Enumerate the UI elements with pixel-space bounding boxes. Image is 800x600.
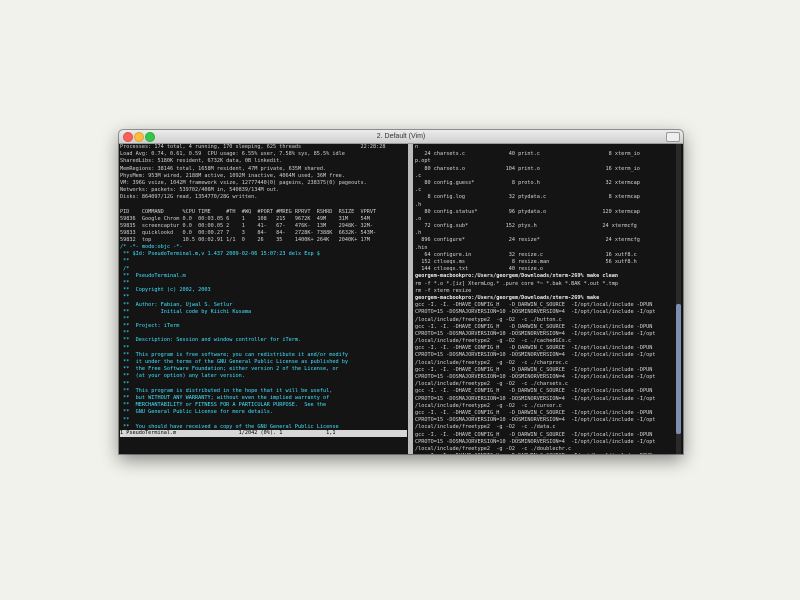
- code-line: ** MERCHANTABILITY or FITNESS FOR A PART…: [120, 402, 327, 409]
- top-process-pane[interactable]: Processes: 174 total, 4 running, 170 sle…: [120, 144, 407, 244]
- process-line: Disks: 864097/12G read, 1354770/28G writ…: [120, 194, 258, 201]
- shell-line: CPROTO=15 -DOSMAJORVERSION=10 -DOSMINORV…: [415, 395, 656, 402]
- shell-line: gcc -I. -I. -DHAVE_CONFIG_H -D_DARWIN_C_…: [415, 409, 653, 416]
- shell-line: 144 ctlseqs.txt 40 resize.o: [415, 266, 544, 273]
- shell-line: 24 charsets.c 40 print.c 8 xterm_io: [415, 151, 640, 158]
- fullscreen-icon[interactable]: [666, 132, 680, 142]
- shell-line: CPROTO=15 -DOSMAJORVERSION=10 -DOSMINORV…: [415, 374, 656, 380]
- code-line: ** the Free Software Foundation; either …: [120, 366, 339, 373]
- vim-status-line: 1 PseudoTerminal.m 1/2042 (0%). 1 1,1: [120, 430, 407, 437]
- window-title: 2. Default (Vim): [376, 133, 426, 140]
- code-line: ** (at your option) any later version.: [120, 373, 245, 380]
- code-line: ** This program is distributed in the ho…: [120, 387, 333, 394]
- shell-line: /local/include/freetype2 -g -O2 -c ./cac…: [415, 338, 572, 345]
- process-line: 59835 screencaptur 0.0 00:00.05 2 1 41- …: [120, 223, 373, 230]
- shell-line: gcc -I. -I. -DHAVE_CONFIG_H -D_DARWIN_C_…: [415, 453, 671, 454]
- code-line: **: [120, 315, 130, 322]
- shell-line: georgem-macbookpro:/Users/georgem/Downlo…: [415, 294, 600, 301]
- shell-line: 72 config.sub* 152 ptyx.h 24 xtermcfg: [415, 223, 637, 230]
- code-line: **: [120, 344, 130, 351]
- shell-line: .h: [415, 230, 422, 237]
- code-line: **: [120, 279, 130, 286]
- shell-line: /local/include/freetype2 -g -O2 -c ./dat…: [415, 424, 556, 431]
- shell-line: p.opt: [415, 158, 431, 165]
- shell-line: /local/include/freetype2 -g -O2 -c ./cha…: [415, 381, 569, 388]
- shell-line: /local/include/freetype2 -g -O2 -c ./but…: [415, 316, 562, 323]
- shell-line: 80 charsets.o 104 print.o 16 xterm_io: [415, 165, 640, 172]
- process-line: MemRegions: 38146 total, 1658M resident,…: [120, 165, 327, 172]
- shell-line: /local/include/freetype2 -g -O2 -c ./cha…: [415, 359, 569, 366]
- shell-line: 152 ctlseqs.ms 8 resize.man 56 xutf8.h: [415, 259, 637, 265]
- shell-line: gcc -I. -I. -DHAVE_CONFIG_H -D_DARWIN_C_…: [415, 323, 653, 330]
- title-bar[interactable]: 2. Default (Vim): [119, 130, 683, 144]
- shell-line: CPROTO=15 -DOSMAJORVERSION=10 -DOSMINORV…: [415, 438, 656, 445]
- terminal-window: 2. Default (Vim) Processes: 174 total, 4…: [119, 130, 683, 454]
- shell-line: 80 config.status* 96 ptydata.o 120 xterm…: [415, 208, 640, 215]
- shell-pane-scrollbar[interactable]: [676, 144, 681, 454]
- code-line: /* -*- mode:objc -*-: [120, 244, 183, 250]
- process-line: PID COMMAND %CPU TIME #TH #WQ #PORT #MRE…: [120, 208, 377, 215]
- shell-line: rm -f xterm resize: [415, 287, 472, 294]
- shell-line: .o: [415, 215, 422, 222]
- process-line: SharedLibs: 5180K resident, 6732K data, …: [120, 158, 283, 165]
- code-line: ** GNU General Public License for more d…: [120, 409, 274, 416]
- shell-line: 896 configure* 24 resize* 24 xtermcfg: [415, 237, 640, 244]
- process-line: Networks: packets: 539702/406M in, 54083…: [120, 187, 280, 194]
- shell-line: gcc -I. -I. -DHAVE_CONFIG_H -D_DARWIN_C_…: [415, 388, 653, 395]
- shell-pane[interactable]: n 24 charsets.c 40 print.c 8 xterm_io p.o…: [415, 144, 671, 454]
- code-line: **: [120, 258, 130, 265]
- code-line: **: [120, 416, 130, 423]
- shell-line: gcc -I. -I. -DHAVE_CONFIG_H -D_DARWIN_C_…: [415, 431, 653, 438]
- code-line: **: [120, 380, 130, 387]
- shell-line: gcc -I. -I. -DHAVE_CONFIG_H -D_DARWIN_C_…: [415, 366, 653, 373]
- process-line: 59833 quicklookd 0.0 00:00.27 7 3 84- 84…: [120, 230, 377, 237]
- process-line: Processes: 174 total, 4 running, 170 sle…: [120, 144, 386, 150]
- shell-line: CPROTO=15 -DOSMAJORVERSION=10 -DOSMINORV…: [415, 352, 656, 359]
- shell-line: .c: [415, 187, 422, 194]
- process-line: 59836 Google Chrom 0.0 00:03.05 6 1 108 …: [120, 215, 370, 222]
- process-line: VM: 396G vsize, 1042M framework vsize, 1…: [120, 179, 367, 186]
- split-divider[interactable]: [408, 144, 413, 454]
- shell-line: .c: [415, 172, 422, 179]
- shell-line: rm -f *.o *.[iz] XtermLog.* .pure core *…: [415, 280, 619, 287]
- shell-line: gcc -I. -I. -DHAVE_CONFIG_H -D_DARWIN_C_…: [415, 345, 653, 352]
- vim-editor-pane[interactable]: /* -*- mode:objc -*- ** $Id: PseudoTermi…: [120, 244, 407, 430]
- shell-line: gcc -I. -I. -DHAVE_CONFIG_H -D_DARWIN_C_…: [415, 302, 653, 309]
- shell-line: 80 config.guess* 8 proto.h 32 xtermcap: [415, 179, 640, 186]
- shell-line: /local/include/freetype2 -g -O2 -c ./dou…: [415, 445, 572, 452]
- code-line: ** Copyright (c) 2002, 2003: [120, 287, 211, 294]
- code-line: **: [120, 294, 130, 301]
- shell-line: .h: [415, 201, 422, 208]
- code-line: ** Project: iTerm: [120, 323, 180, 330]
- code-line: ** PseudoTerminal.m: [120, 272, 186, 279]
- shell-line: 8 config.log 32 ptydata.c 8 xtermcap: [415, 194, 640, 201]
- process-line: [120, 202, 407, 209]
- process-line: Load Avg: 0.74, 0.61, 0.59 CPU usage: 6.…: [120, 151, 345, 158]
- shell-line: CPROTO=15 -DOSMAJORVERSION=10 -DOSMINORV…: [415, 330, 656, 337]
- shell-line: georgem-macbookpro:/Users/georgem/Downlo…: [415, 273, 619, 280]
- code-line: ** Author: Fabian, Ujwal S. Setlur: [120, 301, 233, 308]
- code-line: ** $Id: PseudoTerminal.m,v 1.437 2009-02…: [120, 251, 320, 258]
- code-line: ** Description: Session and window contr…: [120, 337, 302, 344]
- shell-line: CPROTO=15 -DOSMAJORVERSION=10 -DOSMINORV…: [415, 417, 656, 424]
- shell-line: n: [415, 144, 419, 150]
- code-line: ** Initial code by Kiichi Kusama: [120, 308, 252, 315]
- code-line: ** it under the terms of the GNU General…: [120, 359, 348, 365]
- process-line: PhysMem: 953M wired, 2188M active, 1092M…: [120, 172, 345, 179]
- shell-line: 64 configure.in 32 resize.c 16 xutf8.c: [415, 251, 637, 258]
- code-line: ** but WITHOUT ANY WARRANTY; without eve…: [120, 394, 330, 401]
- code-line: **: [120, 330, 130, 337]
- shell-pane-scroll-thumb[interactable]: [676, 304, 681, 434]
- shell-line: CPROTO=15 -DOSMAJORVERSION=10 -DOSMINORV…: [415, 309, 656, 316]
- shell-line: .hin: [415, 244, 428, 251]
- code-line: ** This program is free software; you ca…: [120, 351, 348, 358]
- shell-line: /local/include/freetype2 -g -O2 -c ./cur…: [415, 402, 562, 409]
- code-line: /*: [120, 265, 130, 272]
